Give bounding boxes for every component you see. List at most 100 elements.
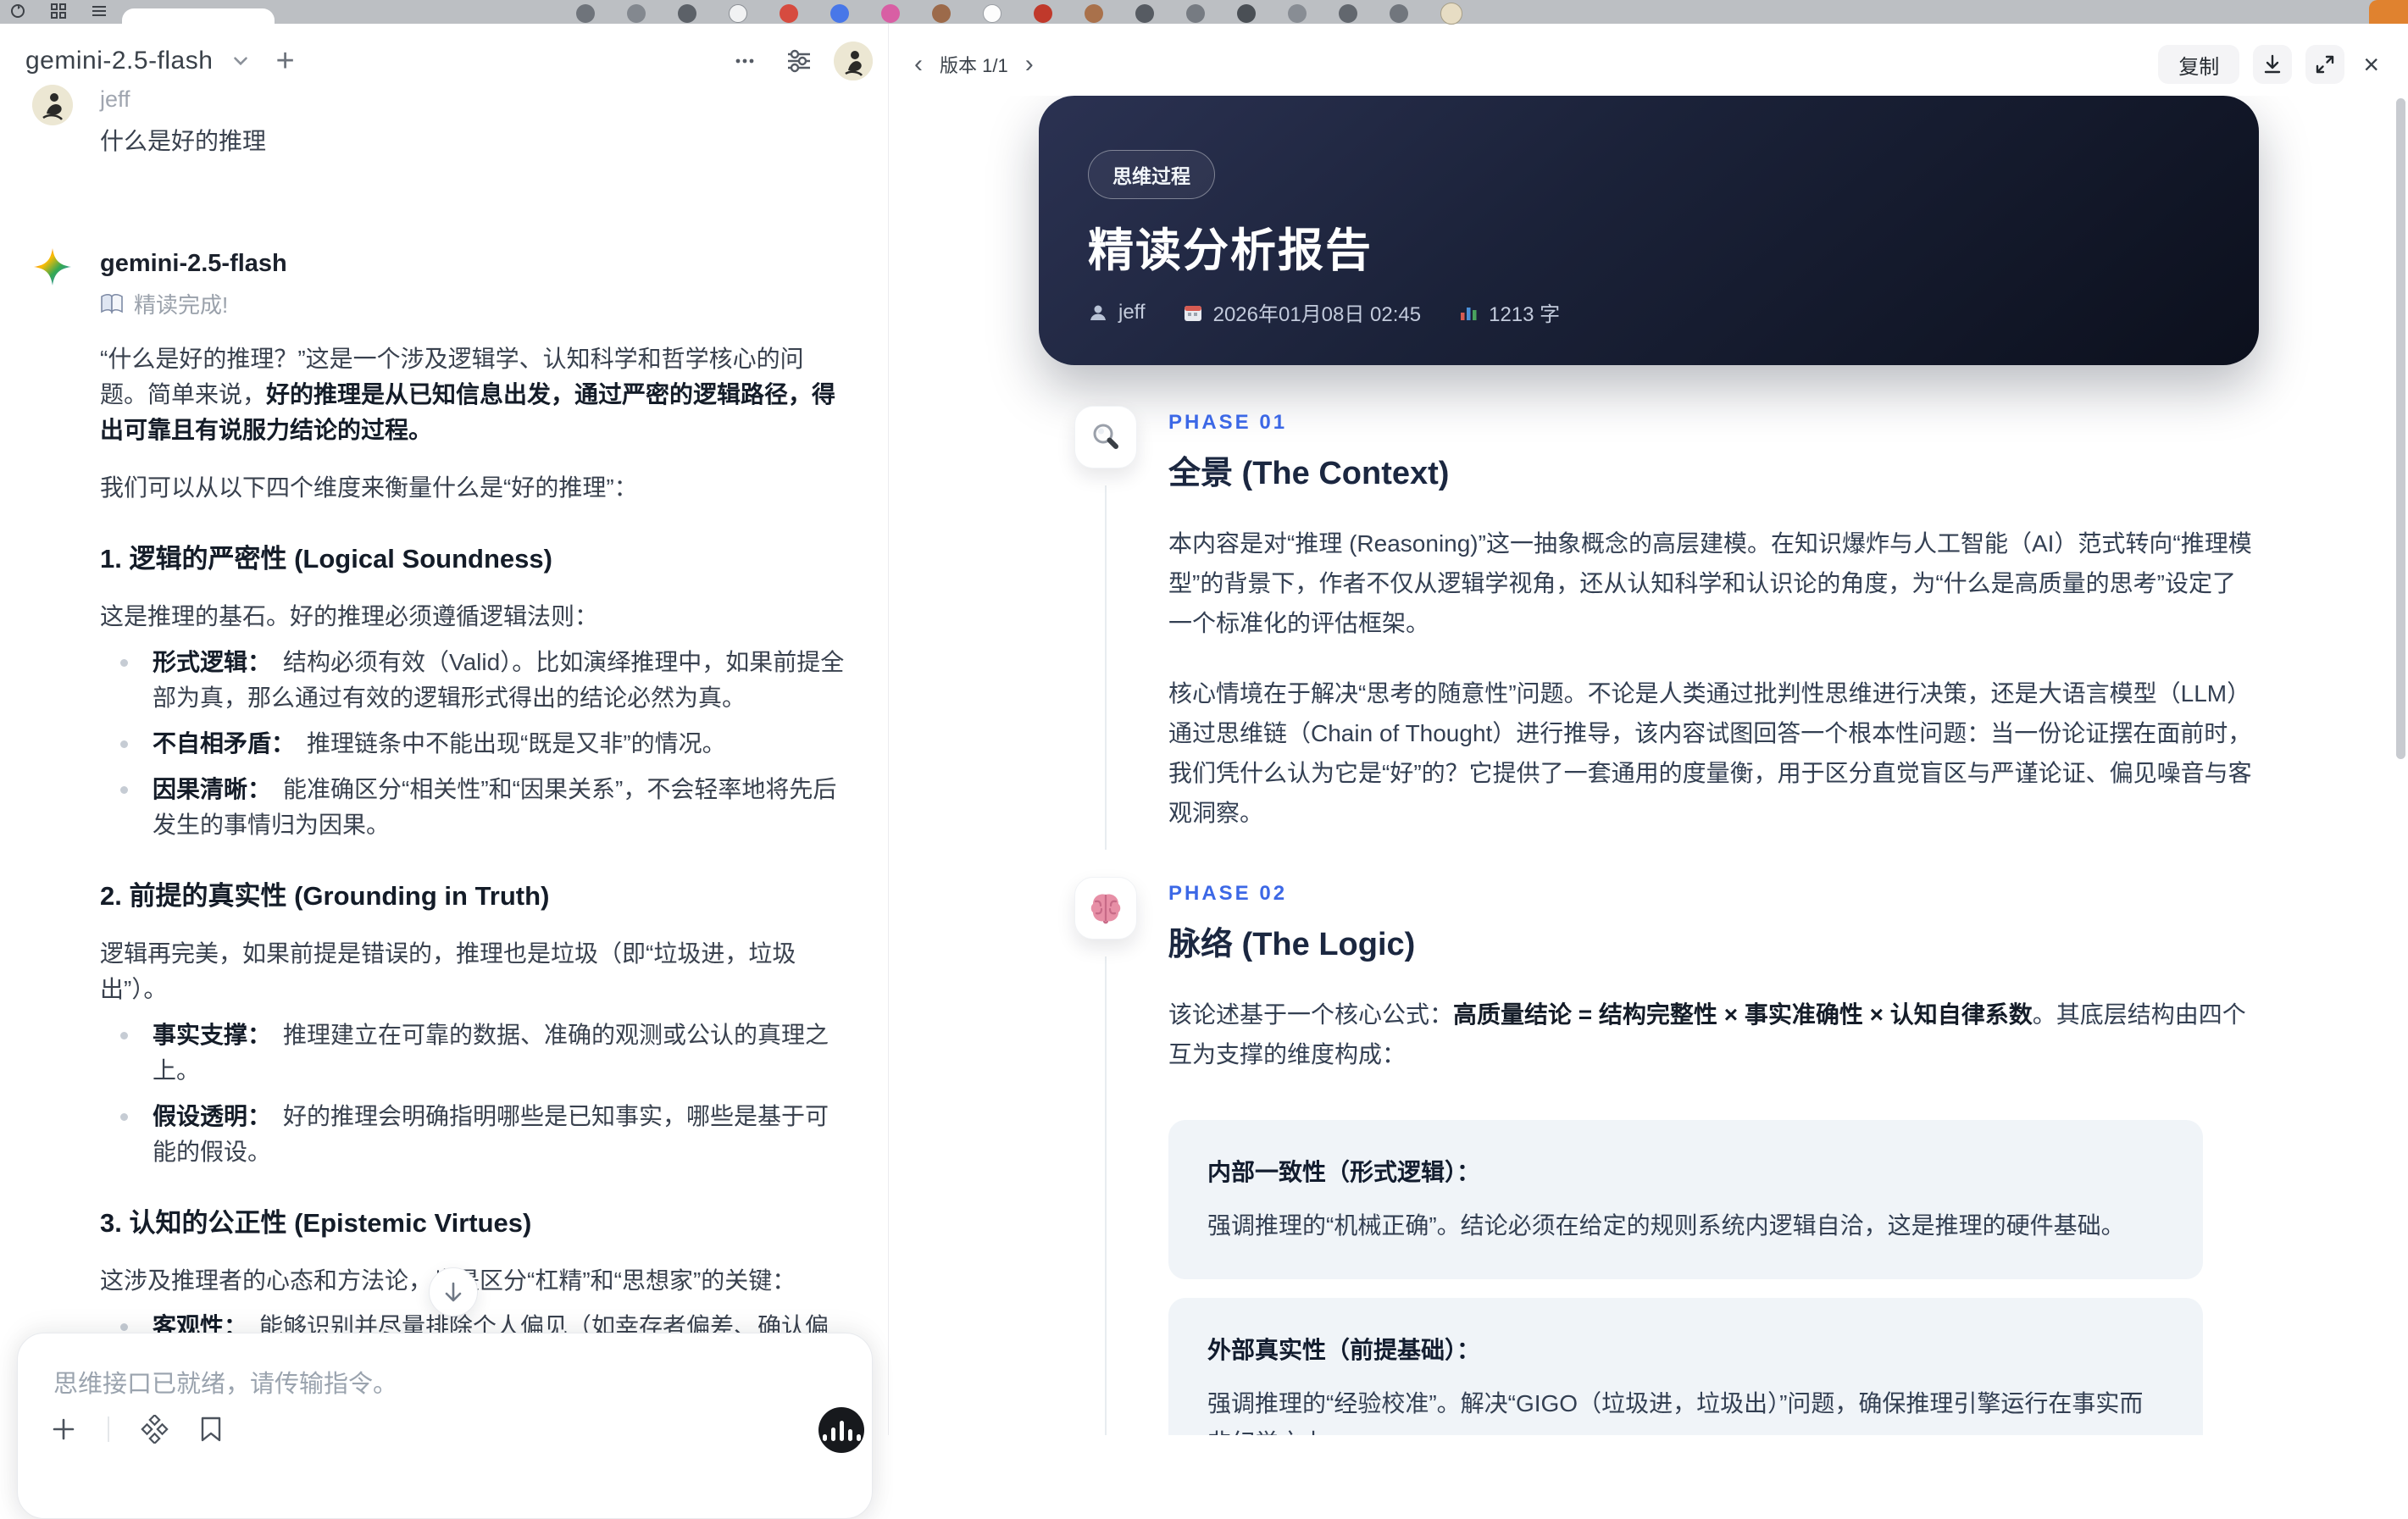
copy-button[interactable]: 复制 xyxy=(2158,45,2239,84)
section-heading-3: 3. 认知的公正性 (Epistemic Virtues) xyxy=(100,1206,851,1241)
logic-card-title: 内部一致性（形式逻辑）： xyxy=(1207,1154,2164,1188)
assistant-status-row: 精读完成! xyxy=(100,288,851,319)
download-button[interactable] xyxy=(2253,45,2292,84)
browser-extension-icon[interactable] xyxy=(1237,4,1256,23)
composer-placeholder[interactable]: 思维接口已就绪，请传输指令。 xyxy=(18,1333,872,1400)
user-message-avatar[interactable] xyxy=(32,85,73,125)
browser-extension-icon[interactable] xyxy=(576,4,595,23)
new-chat-button[interactable]: + xyxy=(275,45,294,77)
browser-refresh-icon[interactable] xyxy=(8,2,27,20)
section-bullets-2: 事实支撑：推理建立在可靠的数据、准确的观测或公认的真理之上。 假设透明：好的推理… xyxy=(100,1017,851,1170)
bullet-term: 假设透明： xyxy=(153,1103,271,1129)
close-button[interactable]: × xyxy=(2358,49,2384,80)
phase-intro-paragraph: 该论述基于一个核心公式：高质量结论 = 结构完整性 × 事实准确性 × 认知自律… xyxy=(1168,995,2259,1074)
more-options-icon[interactable] xyxy=(725,42,764,80)
composer-toolbar xyxy=(50,1415,223,1444)
browser-tab[interactable] xyxy=(122,8,275,24)
report-wordcount-text: 1213 字 xyxy=(1489,297,1560,327)
user-message: jeff 什么是好的推理 xyxy=(32,85,851,157)
arrow-down-icon xyxy=(441,1280,465,1304)
phase-paragraph: 核心情境在于解决“思考的随意性”问题。不论是人类通过批判性思维进行决策，还是大语… xyxy=(1168,674,2259,833)
browser-sidebar-button[interactable] xyxy=(2369,0,2408,24)
waveform-bar xyxy=(840,1421,844,1441)
user-message-author: jeff xyxy=(100,86,851,113)
logic-card-1: 内部一致性（形式逻辑）： 强调推理的“机械正确”。结论必须在给定的规则系统内逻辑… xyxy=(1168,1120,2203,1279)
chevron-down-icon[interactable] xyxy=(230,50,252,72)
scrollbar-thumb[interactable] xyxy=(2396,98,2405,759)
artifact-header: ‹ 版本 1/1 › 复制 × xyxy=(911,41,2384,88)
logic-dimension-cards: 内部一致性（形式逻辑）： 强调推理的“机械正确”。结论必须在给定的规则系统内逻辑… xyxy=(1168,1120,2203,1435)
browser-profile-avatar[interactable] xyxy=(1440,3,1462,25)
assistant-message-author: gemini-2.5-flash xyxy=(100,250,851,278)
bullet-item: 假设透明：好的推理会明确指明哪些是已知事实，哪些是基于可能的假设。 xyxy=(100,1099,851,1170)
report-wordcount: 1213 字 xyxy=(1458,297,1560,327)
report-title: 精读分析报告 xyxy=(1088,213,1373,280)
report-author-text: jeff xyxy=(1118,301,1146,324)
version-navigator: ‹ 版本 1/1 › xyxy=(911,51,1037,78)
composer[interactable]: 思维接口已就绪，请传输指令。 xyxy=(17,1333,873,1519)
phase-title: 脉络 (The Logic) xyxy=(1168,917,2259,964)
section-heading-2: 2. 前提的真实性 (Grounding in Truth) xyxy=(100,879,851,914)
browser-extension-icon[interactable] xyxy=(678,4,696,23)
bookmark-icon[interactable] xyxy=(199,1416,223,1443)
browser-extension-icon[interactable] xyxy=(1034,4,1052,23)
browser-extension-icon[interactable] xyxy=(1390,4,1408,23)
phase-title: 全景 (The Context) xyxy=(1168,446,2259,493)
composer-divider xyxy=(108,1416,109,1442)
fullscreen-button[interactable] xyxy=(2305,45,2344,84)
browser-extension-icon[interactable] xyxy=(881,4,900,23)
browser-grid-icon[interactable] xyxy=(49,2,68,20)
version-label: 版本 1/1 xyxy=(940,51,1008,78)
model-settings-sliders-icon[interactable] xyxy=(780,42,818,80)
user-avatar[interactable] xyxy=(834,42,873,80)
browser-extension-icon[interactable] xyxy=(1135,4,1154,23)
calendar-icon xyxy=(1183,302,1203,323)
logic-card-text: 强调推理的“机械正确”。结论必须在给定的规则系统内逻辑自洽，这是推理的硬件基础。 xyxy=(1207,1206,2164,1245)
magnifier-icon xyxy=(1074,406,1137,468)
assistant-lead-paragraph: 我们可以从以下四个维度来衡量什么是“好的推理”： xyxy=(100,470,851,506)
report-phases: PHASE 01 全景 (The Context) 本内容是对“推理 (Reas… xyxy=(1039,411,2259,1435)
section-intro-1: 这是推理的基石。好的推理必须遵循逻辑法则： xyxy=(100,599,851,635)
waveform-bar xyxy=(848,1429,852,1441)
chat-panel: gemini-2.5-flash + xyxy=(0,24,888,1435)
browser-extension-icon[interactable] xyxy=(830,4,849,23)
message-list[interactable]: jeff 什么是好的推理 xyxy=(0,78,888,1435)
section-heading-1: 1. 逻辑的严密性 (Logical Soundness) xyxy=(100,541,851,577)
browser-extension-icon[interactable] xyxy=(983,4,1001,23)
scroll-to-bottom-button[interactable] xyxy=(429,1267,478,1317)
version-next-button[interactable]: › xyxy=(1022,52,1037,77)
skills-diamonds-icon[interactable] xyxy=(140,1415,169,1444)
browser-extension-icon[interactable] xyxy=(932,4,951,23)
phase-label: PHASE 02 xyxy=(1168,882,2259,906)
report-date-text: 2026年01月08日 02:45 xyxy=(1213,297,1422,327)
browser-menu-icon[interactable] xyxy=(90,2,108,20)
attach-plus-icon[interactable] xyxy=(50,1416,77,1443)
report-meta: jeff 2026年01月08日 02:45 1213 字 xyxy=(1088,297,1560,327)
version-prev-button[interactable]: ‹ xyxy=(911,52,926,77)
browser-extension-icon[interactable] xyxy=(729,4,747,23)
browser-extension-icon[interactable] xyxy=(1288,4,1307,23)
person-icon xyxy=(1088,302,1108,323)
browser-extension-icon[interactable] xyxy=(1186,4,1205,23)
section-intro-2: 逻辑再完美，如果前提是错误的，推理也是垃圾（即“垃圾进，垃圾出”）。 xyxy=(100,936,851,1007)
waveform-bar xyxy=(823,1434,827,1441)
browser-extension-icon[interactable] xyxy=(1339,4,1357,23)
brain-icon xyxy=(1074,877,1137,940)
report-badge: 思维过程 xyxy=(1088,150,1215,199)
phase-paragraph: 本内容是对“推理 (Reasoning)”这一抽象概念的高层建模。在知识爆炸与人… xyxy=(1168,524,2259,643)
browser-extension-icon[interactable] xyxy=(627,4,646,23)
user-message-text: 什么是好的推理 xyxy=(100,123,851,157)
voice-input-button[interactable] xyxy=(818,1407,864,1453)
bullet-item: 事实支撑：推理建立在可靠的数据、准确的观测或公认的真理之上。 xyxy=(100,1017,851,1089)
expand-icon xyxy=(2314,53,2336,75)
timeline-connector xyxy=(1105,485,1107,850)
browser-extension-icon[interactable] xyxy=(780,4,798,23)
artifact-content[interactable]: 思维过程 精读分析报告 jeff 2026年01月08日 02:45 1213 … xyxy=(889,96,2408,1435)
phase-section-1: PHASE 01 全景 (The Context) 本内容是对“推理 (Reas… xyxy=(1039,411,2259,833)
assistant-status-text: 精读完成! xyxy=(134,288,228,319)
app-window: gemini-2.5-flash + xyxy=(0,24,2408,1435)
browser-nav-icons xyxy=(8,2,108,20)
conversation-title[interactable]: gemini-2.5-flash xyxy=(25,47,213,75)
browser-extension-icon[interactable] xyxy=(1085,4,1103,23)
assistant-message-body: “什么是好的推理？”这是一个涉及逻辑学、认知科学和哲学核心的问题。简单来说，好的… xyxy=(100,341,851,1435)
